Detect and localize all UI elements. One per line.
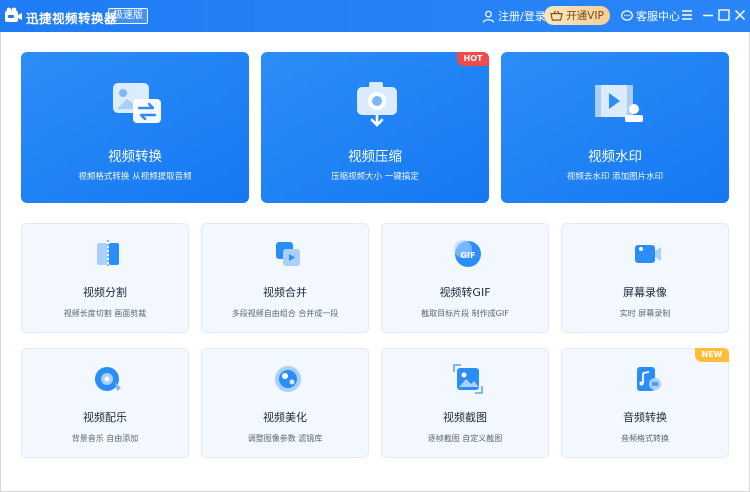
app-logo-icon [5,7,22,22]
video-convert-card[interactable]: 视频转换 视频格式转换 从视频提取音频 [21,52,249,203]
tool-name: 视频截图 [443,411,487,424]
svg-text:GIF: GIF [460,251,475,260]
customer-service-button[interactable]: 客服中心 [621,8,680,24]
tool-desc: 音频格式转换 [621,434,669,443]
basket-icon [550,10,563,21]
video-screenshot-card[interactable]: 视频截图 逐帧截图 自定义截图 [381,348,549,458]
vip-button[interactable]: 开通VIP [544,6,610,25]
tool-desc: 截取目标片段 制作成GIF [421,309,509,318]
video-watermark-icon [595,85,643,122]
tool-name: 视频配乐 [83,411,127,424]
app-title: 迅捷视频转换器 [26,11,118,26]
tool-desc: 视频去水印 添加图片水印 [566,172,664,182]
tool-desc: 逐帧截图 自定义截图 [427,434,503,443]
video-music-card[interactable]: 视频配乐 背景音乐 自由添加 [21,348,189,458]
music-icon [95,367,121,391]
video-split-icon [97,240,119,268]
tool-desc: 多段视频自由组合 合并成一段 [231,309,339,318]
minimize-icon[interactable] [701,8,715,22]
user-icon [482,10,495,23]
tool-name: 视频合并 [263,286,307,299]
screen-record-card[interactable]: 屏幕录像 实时 屏幕录制 [561,223,729,333]
menu-icon[interactable] [680,8,694,22]
video-compress-card[interactable]: HOT 视频压缩 压缩视频大小 一键搞定 [261,52,489,203]
audio-convert-card[interactable]: NEW 音频转换 音频格式转换 [561,348,729,458]
tool-name: 视频压缩 [348,149,402,165]
tool-desc: 压缩视频大小 一键搞定 [331,172,419,182]
maximize-icon[interactable] [717,8,731,22]
screen-record-icon [635,245,661,263]
video-split-card[interactable]: 视频分割 视频长度切割 画面剪裁 [21,223,189,333]
tool-name: 视频分割 [83,286,127,299]
video-watermark-card[interactable]: 视频水印 视频去水印 添加图片水印 [501,52,729,203]
tool-name: 屏幕录像 [623,286,667,299]
video-convert-icon [113,83,161,123]
tool-desc: 视频长度切割 画面剪裁 [63,309,147,318]
vip-label: 开通VIP [566,10,604,22]
video-merge-icon [276,242,300,266]
chat-icon [621,10,633,21]
close-icon[interactable] [733,8,747,22]
hot-tag: HOT [457,52,489,66]
new-tag: NEW [695,348,729,362]
service-label: 客服中心 [636,10,680,23]
tool-name: 视频水印 [588,149,642,165]
beautify-icon [275,366,301,392]
tool-name: 音频转换 [623,411,667,424]
tool-desc: 调整图像参数 滤镜库 [247,434,323,443]
gif-icon: GIF [454,240,481,267]
tool-desc: 背景音乐 自由添加 [71,434,139,443]
title-bar: 迅捷视频转换器 极速版 注册/登录 开通VIP 客服中心 [0,0,750,32]
video-merge-card[interactable]: 视频合并 多段视频自由组合 合并成一段 [201,223,369,333]
tool-name: 视频美化 [263,411,307,424]
edition-badge: 极速版 [108,8,148,24]
screenshot-icon [453,364,483,394]
tool-name: 视频转换 [108,149,162,165]
tool-desc: 视频格式转换 从视频提取音频 [78,172,192,182]
tool-name: 视频转GIF [439,286,491,299]
video-beautify-card[interactable]: 视频美化 调整图像参数 滤镜库 [201,348,369,458]
video-compress-icon [357,82,397,127]
video-to-gif-card[interactable]: GIF 视频转GIF 截取目标片段 制作成GIF [381,223,549,333]
main-content: 视频转换 视频格式转换 从视频提取音频 HOT 视频压缩 压缩视频大小 一键搞定… [0,32,750,492]
login-label: 注册/登录 [498,10,546,23]
login-button[interactable]: 注册/登录 [482,8,546,24]
tool-desc: 实时 屏幕录制 [619,309,671,318]
audio-convert-icon [637,367,661,391]
